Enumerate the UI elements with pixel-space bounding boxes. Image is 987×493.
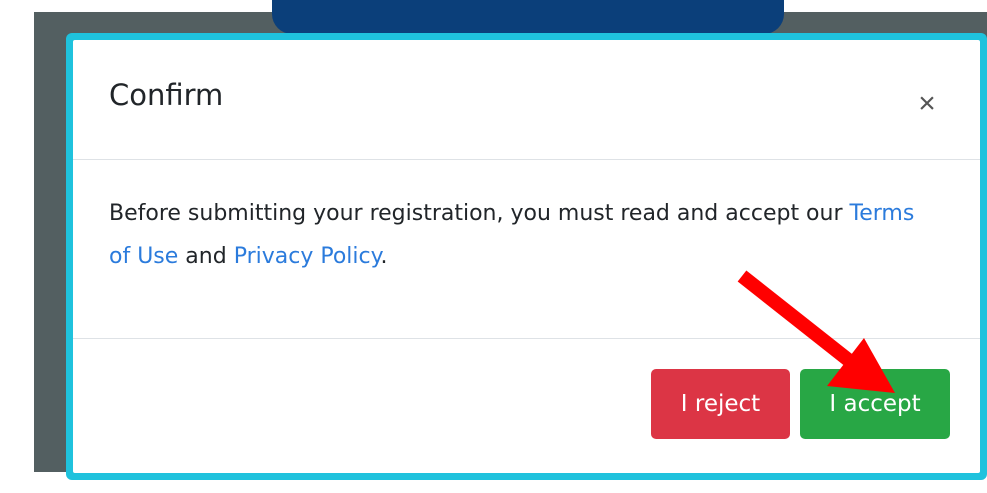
confirm-modal: Confirm × Before submitting your registr… — [66, 33, 987, 480]
body-text-end: . — [380, 244, 388, 269]
accept-button[interactable]: I accept — [800, 369, 950, 439]
modal-footer: I reject I accept — [73, 338, 980, 473]
body-text-start: Before submitting your registration, you… — [109, 201, 850, 226]
modal-header: Confirm × — [73, 40, 980, 160]
reject-button[interactable]: I reject — [651, 369, 790, 439]
background-header-bar — [272, 0, 784, 34]
privacy-policy-link[interactable]: Privacy Policy — [234, 244, 381, 269]
modal-content: Confirm × Before submitting your registr… — [73, 40, 980, 473]
modal-title: Confirm — [109, 78, 224, 112]
modal-body: Before submitting your registration, you… — [109, 192, 939, 278]
body-text-middle: and — [178, 244, 234, 269]
close-button[interactable]: × — [909, 84, 945, 124]
